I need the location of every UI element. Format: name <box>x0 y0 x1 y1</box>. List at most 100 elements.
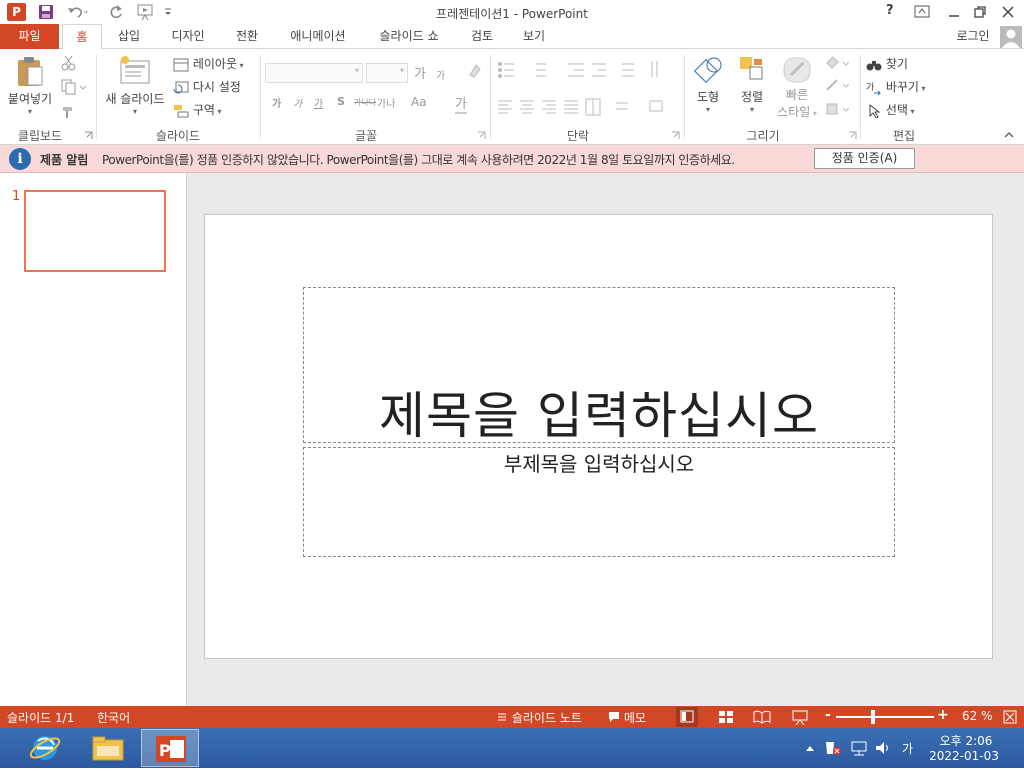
find-button[interactable]: 찾기 <box>866 55 942 73</box>
customize-quick-access-icon[interactable] <box>163 5 173 19</box>
tab-file[interactable]: 파일 <box>0 24 59 49</box>
align-left-icon <box>498 100 512 114</box>
action-center-icon[interactable] <box>824 740 842 756</box>
clock-date[interactable]: 2022-01-03 <box>926 749 1002 763</box>
layout-button[interactable]: 레이아웃 ▾ <box>173 55 253 73</box>
activate-button[interactable]: 정품 인증(A) <box>814 148 915 169</box>
show-hidden-icons-icon[interactable] <box>804 742 816 754</box>
decrease-indent-icon <box>568 63 584 77</box>
zoom-in-button[interactable]: + <box>937 707 949 723</box>
reading-view-icon[interactable] <box>752 707 772 727</box>
zoom-level[interactable]: 62 % <box>962 709 993 723</box>
shape-outline-icon[interactable] <box>824 77 850 93</box>
character-spacing-button[interactable]: 가나 <box>377 95 395 110</box>
ime-indicator[interactable]: 가 <box>902 740 913 757</box>
tab-design[interactable]: 디자인 <box>160 24 216 49</box>
shadow-button[interactable]: S <box>337 95 345 108</box>
slide-thumbnail[interactable] <box>24 190 166 272</box>
grow-font-button[interactable]: 가 <box>414 63 426 82</box>
thumbnail-number: 1 <box>12 189 21 204</box>
collapse-ribbon-icon[interactable] <box>1003 129 1015 139</box>
italic-button[interactable]: 가 <box>293 95 302 110</box>
slide-canvas[interactable]: 제목을 입력하십시오 부제목을 입력하십시오 <box>204 214 993 659</box>
bold-button[interactable]: 가 <box>272 95 281 110</box>
cut-icon[interactable] <box>60 55 78 71</box>
close-button[interactable] <box>1000 4 1016 20</box>
clipboard-launcher-icon[interactable] <box>84 129 93 139</box>
ribbon-display-options-icon[interactable] <box>914 4 930 20</box>
redo-icon[interactable] <box>107 3 125 21</box>
clear-formatting-icon[interactable] <box>466 63 484 79</box>
comments-button[interactable]: 메모 <box>608 709 646 726</box>
group-label-drawing: 그리기 <box>746 129 780 143</box>
clock-time[interactable]: 오후 2:06 <box>934 732 998 749</box>
tab-home[interactable]: 홈 <box>62 24 102 50</box>
increase-indent-icon <box>592 63 606 77</box>
font-name-combo[interactable]: ▾ <box>265 63 363 83</box>
shape-effects-icon[interactable] <box>824 101 850 117</box>
new-slide-label: 새 슬라이드 <box>105 92 165 106</box>
login-link[interactable]: 로그인 <box>950 24 996 49</box>
notes-button[interactable]: 슬라이드 노트 <box>496 709 582 726</box>
title-placeholder-text: 제목을 입력하십시오 <box>379 387 819 445</box>
tab-animations[interactable]: 애니메이션 <box>280 24 356 49</box>
cursor-icon <box>869 103 881 119</box>
powerpoint-app-icon[interactable]: P <box>7 3 26 21</box>
internet-explorer-icon[interactable] <box>28 731 62 765</box>
language-status[interactable]: 한국어 <box>97 709 130 726</box>
copy-icon[interactable] <box>60 79 88 95</box>
subtitle-placeholder[interactable]: 부제목을 입력하십시오 <box>303 447 895 557</box>
help-button[interactable]: ? <box>886 3 900 18</box>
zoom-slider-thumb[interactable] <box>871 710 876 724</box>
shapes-button[interactable]: 도형 ▾ <box>688 53 728 125</box>
tab-transitions[interactable]: 전환 <box>226 24 268 49</box>
avatar[interactable] <box>1000 26 1022 48</box>
drawing-launcher-icon[interactable] <box>848 129 857 139</box>
underline-button[interactable]: 가 <box>314 95 323 110</box>
tab-review[interactable]: 검토 <box>462 24 502 49</box>
zoom-slider[interactable] <box>836 710 934 724</box>
minimize-button[interactable] <box>946 4 962 20</box>
tab-slideshow[interactable]: 슬라이드 쇼 <box>366 24 452 49</box>
slide-count[interactable]: 슬라이드 1/1 <box>7 709 74 726</box>
new-slide-button[interactable]: 새 슬라이드 ▾ <box>100 53 170 125</box>
arrange-button[interactable]: 정렬 ▾ <box>732 53 772 125</box>
columns-icon <box>585 98 601 116</box>
strikethrough-button[interactable]: 가나다 <box>354 97 376 108</box>
start-from-beginning-icon[interactable] <box>136 3 158 21</box>
save-icon[interactable] <box>38 4 54 20</box>
file-explorer-icon[interactable] <box>90 732 126 764</box>
align-right-icon <box>542 100 556 114</box>
format-painter-icon[interactable] <box>60 103 78 119</box>
paste-button[interactable]: 붙여넣기 ▾ <box>4 53 56 123</box>
justify-icon <box>564 100 578 114</box>
paragraph-launcher-icon[interactable] <box>671 129 680 139</box>
bullets-icon <box>498 62 514 78</box>
title-placeholder[interactable]: 제목을 입력하십시오 <box>303 287 895 445</box>
normal-view-icon[interactable] <box>676 707 698 727</box>
font-launcher-icon[interactable] <box>477 129 486 139</box>
tab-insert[interactable]: 삽입 <box>108 24 150 49</box>
reset-button[interactable]: 다시 설정 <box>173 78 253 96</box>
change-case-button[interactable]: Aa <box>411 95 427 109</box>
select-label: 선택 <box>885 103 908 117</box>
select-button[interactable]: 선택 ▾ <box>866 101 942 119</box>
undo-icon[interactable] <box>66 3 89 21</box>
font-color-button[interactable]: 가 <box>455 93 467 114</box>
font-size-combo[interactable]: ▾ <box>366 63 408 83</box>
network-icon[interactable] <box>850 740 868 756</box>
quick-styles-button[interactable]: 빠른 스타일 ▾ <box>772 53 822 125</box>
tab-view[interactable]: 보기 <box>514 24 554 49</box>
section-button[interactable]: 구역 ▾ <box>173 101 253 119</box>
shrink-font-button[interactable]: 가 <box>436 67 445 82</box>
restore-button[interactable] <box>972 4 988 20</box>
slide-sorter-icon[interactable] <box>716 707 736 727</box>
fit-to-window-icon[interactable] <box>1003 710 1017 724</box>
slideshow-icon[interactable] <box>790 707 810 727</box>
shape-fill-icon[interactable] <box>824 55 850 71</box>
zoom-out-button[interactable]: - <box>825 707 831 723</box>
volume-icon[interactable] <box>874 740 892 756</box>
replace-button[interactable]: 가 바꾸기 ▾ <box>866 78 942 96</box>
product-notice-bar: i 제품 알림 PowerPoint을(를) 정품 인증하지 않았습니다. Po… <box>0 145 1024 173</box>
powerpoint-taskbar-button[interactable]: P <box>141 729 199 767</box>
